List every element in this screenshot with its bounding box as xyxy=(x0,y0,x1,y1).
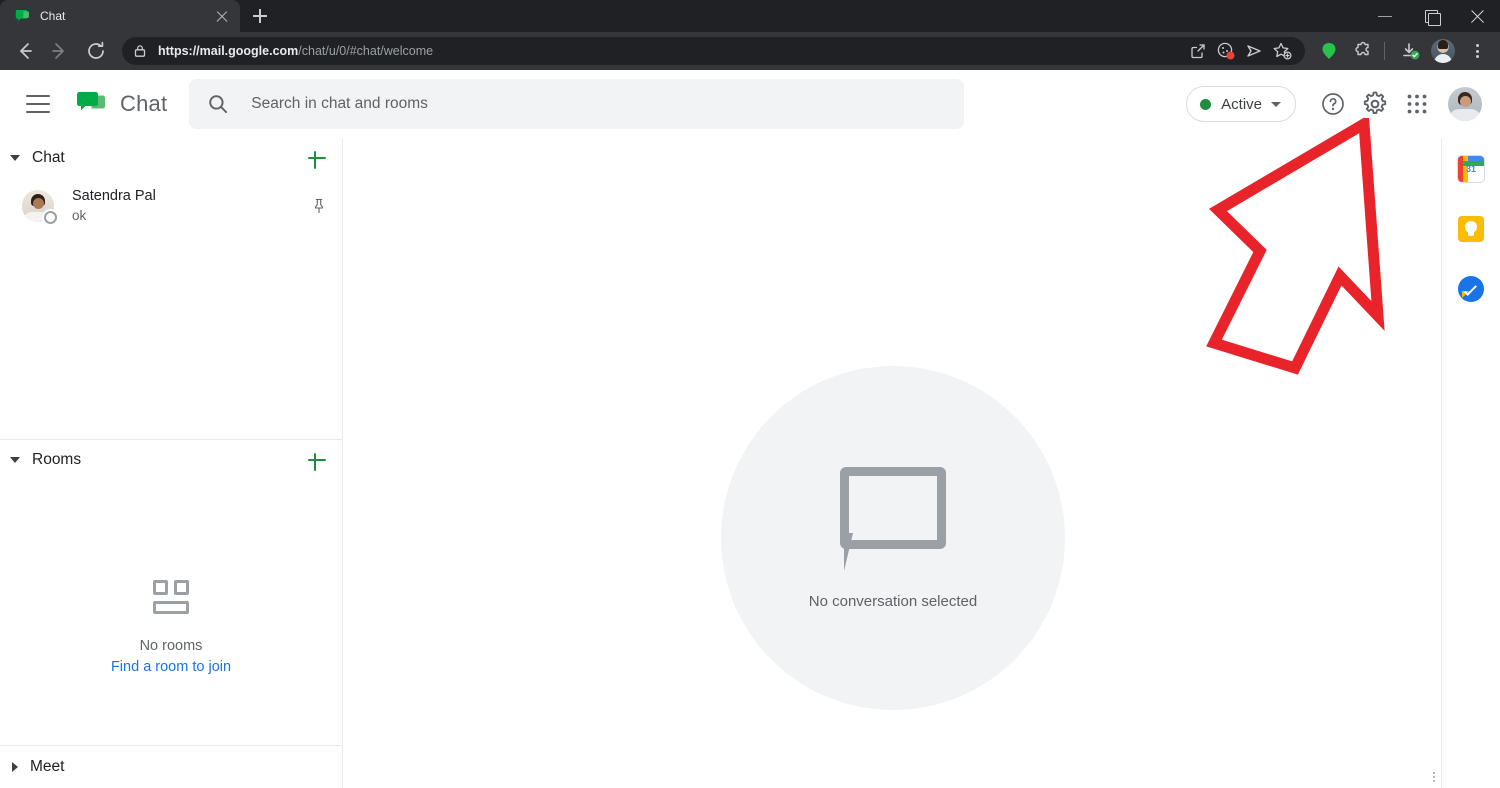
account-avatar[interactable] xyxy=(1448,87,1482,121)
sidebar-section-meet: Meet xyxy=(0,745,342,788)
minimize-icon[interactable] xyxy=(1362,0,1408,32)
google-tasks-icon[interactable] xyxy=(1458,276,1484,302)
google-apps-grid-icon[interactable] xyxy=(1396,83,1438,125)
help-circle-icon[interactable] xyxy=(1312,83,1354,125)
green-extension-icon[interactable] xyxy=(1314,36,1344,66)
rooms-empty-state: No rooms Find a room to join xyxy=(0,580,342,675)
close-tab-icon[interactable] xyxy=(214,8,230,24)
bookmark-star-icon[interactable] xyxy=(1269,38,1295,64)
app-brand: Chat xyxy=(76,90,167,118)
lock-icon xyxy=(132,43,148,59)
find-room-link[interactable]: Find a room to join xyxy=(111,659,231,675)
maximize-icon[interactable] xyxy=(1408,0,1454,32)
rooms-empty-title: No rooms xyxy=(139,638,203,654)
reload-icon[interactable] xyxy=(80,35,112,67)
window-controls xyxy=(1362,0,1500,32)
omnibox-actions xyxy=(1183,38,1295,64)
tab-strip: Chat xyxy=(0,0,1500,32)
sidebar-section-meet-title: Meet xyxy=(30,758,65,775)
empty-state-text: No conversation selected xyxy=(808,592,978,610)
sidebar-section-chat-title: Chat xyxy=(32,149,65,166)
page-title: Chat xyxy=(120,91,168,116)
hamburger-menu-icon[interactable] xyxy=(26,95,50,113)
close-window-icon[interactable] xyxy=(1454,0,1500,32)
google-calendar-icon[interactable]: 31 xyxy=(1458,156,1484,182)
address-bar-url: https://mail.google.com/chat/u/0/#chat/w… xyxy=(158,44,433,58)
browser-tab[interactable]: Chat xyxy=(0,0,240,32)
url-path: /chat/u/0/#chat/welcome xyxy=(298,44,434,58)
browser-toolbar: https://mail.google.com/chat/u/0/#chat/w… xyxy=(0,32,1500,70)
address-bar[interactable]: https://mail.google.com/chat/u/0/#chat/w… xyxy=(122,37,1305,65)
search-icon xyxy=(207,93,229,115)
gear-icon[interactable] xyxy=(1354,83,1396,125)
presence-offline-icon xyxy=(44,211,57,224)
status-dot-icon xyxy=(1200,98,1212,110)
sidebar: Chat Satendra Pal ok Rooms No rooms Find… xyxy=(0,138,343,788)
contact-avatar xyxy=(22,190,57,224)
main-content: No conversation selected E xyxy=(343,138,1441,788)
toolbar-divider xyxy=(1384,42,1385,60)
caret-right-icon[interactable] xyxy=(12,762,18,772)
conversation-name: Satendra Pal xyxy=(72,188,156,204)
app-body: Chat Satendra Pal ok Rooms No rooms Find… xyxy=(0,138,1500,788)
extensions-puzzle-icon[interactable] xyxy=(1347,36,1377,66)
google-chat-logo-icon xyxy=(76,90,106,118)
cookie-blocked-icon[interactable] xyxy=(1213,38,1239,64)
add-chat-icon[interactable] xyxy=(306,147,328,169)
forward-arrow-icon[interactable] xyxy=(44,35,76,67)
status-badge[interactable]: Active xyxy=(1186,86,1296,122)
profile-avatar-icon[interactable] xyxy=(1431,39,1455,63)
send-icon[interactable] xyxy=(1241,38,1267,64)
add-room-icon[interactable] xyxy=(306,449,328,471)
header-actions: Active xyxy=(1186,83,1500,125)
sidebar-section-chat-header[interactable]: Chat xyxy=(0,138,342,178)
rooms-placeholder-icon xyxy=(148,580,194,620)
empty-state: No conversation selected xyxy=(721,366,1065,710)
more-options-icon[interactable] xyxy=(1433,772,1435,782)
google-chat-favicon xyxy=(14,8,30,24)
share-icon[interactable] xyxy=(1185,38,1211,64)
side-panel: 31 xyxy=(1441,138,1500,788)
caret-down-icon[interactable] xyxy=(10,457,20,463)
url-domain: https://mail.google.com xyxy=(158,44,299,58)
list-item[interactable]: Satendra Pal ok xyxy=(0,178,342,234)
browser-menu-icon[interactable] xyxy=(1462,36,1492,66)
conversation-meta: Satendra Pal ok xyxy=(72,187,156,225)
sidebar-section-meet-header[interactable]: Meet xyxy=(0,746,342,788)
search-placeholder: Search in chat and rooms xyxy=(251,95,428,112)
tab-title: Chat xyxy=(40,9,66,23)
download-complete-icon[interactable] xyxy=(1395,36,1425,66)
toolbar-right-actions xyxy=(1311,36,1492,66)
calendar-day-number: 31 xyxy=(1465,164,1476,174)
browser-window: Chat https://mail.google.com/chat/u/0/#c… xyxy=(0,0,1500,788)
back-arrow-icon[interactable] xyxy=(8,35,40,67)
app-header: Chat Search in chat and rooms Active xyxy=(0,70,1500,138)
new-tab-icon[interactable] xyxy=(246,2,274,30)
search-input[interactable]: Search in chat and rooms xyxy=(189,79,965,129)
sidebar-section-rooms-title: Rooms xyxy=(32,451,82,468)
conversation-snippet: ok xyxy=(72,208,87,223)
google-chat-app: Chat Search in chat and rooms Active Cha… xyxy=(0,70,1500,788)
chevron-down-icon xyxy=(1271,101,1281,107)
sidebar-section-rooms-header[interactable]: Rooms xyxy=(0,440,342,480)
pin-icon[interactable] xyxy=(310,197,328,215)
google-keep-icon[interactable] xyxy=(1458,216,1484,242)
caret-down-icon[interactable] xyxy=(10,155,20,161)
status-label: Active xyxy=(1221,95,1262,113)
chat-bubble-icon xyxy=(840,466,946,571)
